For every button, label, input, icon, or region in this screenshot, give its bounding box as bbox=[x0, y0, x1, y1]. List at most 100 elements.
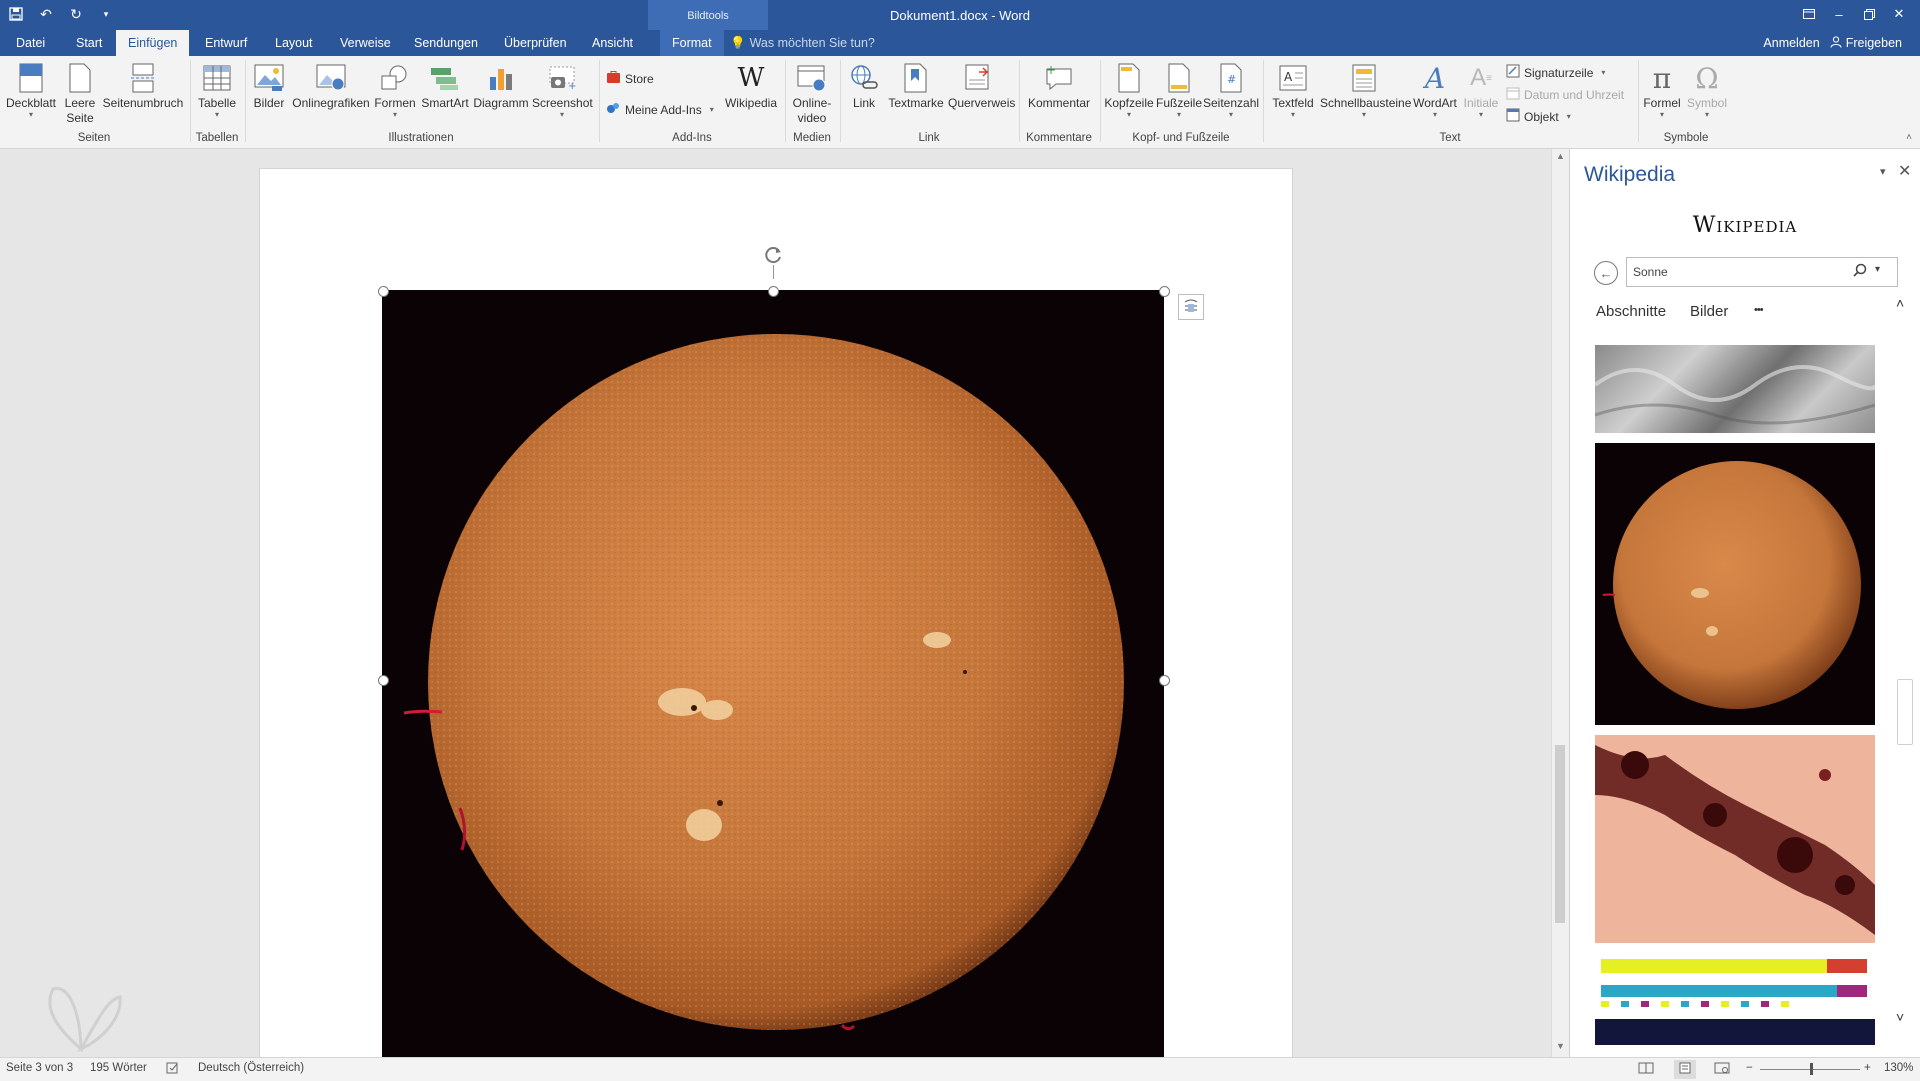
wiki-image-chart-dark[interactable] bbox=[1595, 1019, 1875, 1045]
date-time-button[interactable]: Datum und Uhrzeit bbox=[1506, 86, 1624, 103]
tab-ueberpruefen[interactable]: Überprüfen bbox=[500, 30, 571, 56]
tab-entwurf[interactable]: Entwurf bbox=[201, 30, 251, 56]
drop-cap-button[interactable]: A ≡ Initiale ▾ bbox=[1460, 56, 1502, 119]
tab-start[interactable]: Start bbox=[72, 30, 106, 56]
resize-handle-top-left[interactable] bbox=[378, 286, 389, 297]
wordart-button[interactable]: A WordArt ▾ bbox=[1410, 56, 1460, 119]
bookmark-button[interactable]: Textmarke bbox=[886, 56, 946, 111]
page-count[interactable]: Seite 3 von 3 bbox=[6, 1062, 73, 1074]
zoom-slider-thumb[interactable] bbox=[1810, 1063, 1813, 1075]
tab-format[interactable]: Format bbox=[660, 30, 724, 56]
save-icon[interactable] bbox=[6, 4, 26, 24]
signature-line-button[interactable]: Signaturzeile ▾ bbox=[1506, 64, 1605, 81]
tab-layout[interactable]: Layout bbox=[271, 30, 317, 56]
comment-label: Kommentar bbox=[1027, 96, 1091, 110]
tab-verweise[interactable]: Verweise bbox=[336, 30, 395, 56]
nav-more[interactable]: ••• bbox=[1754, 304, 1764, 316]
pane-scroll-up-icon[interactable]: ˄ bbox=[1896, 295, 1904, 311]
customize-qat-icon[interactable]: ▾ bbox=[96, 4, 116, 24]
tab-datei[interactable]: Datei bbox=[12, 30, 49, 56]
page-number-button[interactable]: # Seitenzahl ▾ bbox=[1203, 56, 1259, 119]
zoom-in-icon[interactable]: + bbox=[1864, 1062, 1871, 1074]
resize-handle-top-right[interactable] bbox=[1159, 286, 1170, 297]
print-layout-icon[interactable] bbox=[1674, 1060, 1696, 1079]
wiki-image-sun[interactable] bbox=[1595, 443, 1875, 725]
wiki-image-sunspots[interactable] bbox=[1595, 735, 1875, 943]
smartart-button[interactable]: SmartArt bbox=[419, 56, 471, 111]
undo-icon[interactable]: ↶ bbox=[36, 4, 56, 24]
wordart-icon: A bbox=[1424, 61, 1446, 95]
crossref-button[interactable]: Querverweis bbox=[948, 56, 1016, 111]
table-button[interactable]: Tabelle ▾ bbox=[194, 56, 240, 119]
shapes-button[interactable]: Formen ▾ bbox=[373, 56, 417, 119]
quick-parts-button[interactable]: Schnellbausteine ▾ bbox=[1320, 56, 1411, 119]
footer-button[interactable]: Fußzeile ▾ bbox=[1156, 56, 1202, 119]
zoom-out-icon[interactable]: − bbox=[1746, 1062, 1753, 1074]
ribbon-display-icon[interactable] bbox=[1794, 2, 1824, 26]
tab-sendungen[interactable]: Sendungen bbox=[410, 30, 482, 56]
crossref-label: Querverweis bbox=[948, 96, 1016, 110]
page-break-button[interactable]: Seitenumbruch bbox=[102, 56, 184, 111]
scroll-up-icon[interactable]: ▲ bbox=[1556, 151, 1565, 161]
store-button[interactable]: Store bbox=[606, 70, 654, 87]
redo-icon[interactable]: ↻ bbox=[66, 4, 86, 24]
online-video-button[interactable]: Online- video bbox=[788, 56, 836, 126]
textbox-button[interactable]: A Textfeld ▾ bbox=[1267, 56, 1319, 119]
chart-label: Diagramm bbox=[473, 96, 529, 110]
collapse-ribbon-icon[interactable]: ˄ bbox=[1906, 132, 1912, 143]
search-box[interactable]: ▾ bbox=[1626, 257, 1898, 287]
search-icon[interactable] bbox=[1853, 263, 1867, 280]
tell-me-box[interactable]: 💡 Was möchten Sie tun? bbox=[730, 30, 875, 56]
signin-link[interactable]: Anmelden bbox=[1763, 36, 1819, 50]
layout-options-button[interactable] bbox=[1178, 294, 1204, 320]
scroll-thumb[interactable] bbox=[1555, 745, 1565, 923]
tab-einfuegen[interactable]: Einfügen bbox=[116, 30, 190, 56]
link-button[interactable]: Link bbox=[844, 56, 884, 111]
nav-sections[interactable]: Abschnitte bbox=[1596, 303, 1666, 320]
pane-options-icon[interactable]: ▾ bbox=[1880, 165, 1886, 178]
zoom-level[interactable]: 130% bbox=[1884, 1062, 1913, 1074]
cover-page-button[interactable]: Deckblatt ▾ bbox=[4, 56, 58, 119]
symbol-button[interactable]: Ω Symbol ▾ bbox=[1684, 56, 1730, 119]
wiki-image-diagram[interactable] bbox=[1595, 951, 1875, 1013]
online-pictures-button[interactable]: Onlinegrafiken bbox=[291, 56, 371, 111]
restore-icon[interactable] bbox=[1854, 2, 1884, 26]
proofing-icon[interactable] bbox=[166, 1062, 180, 1077]
scroll-down-icon[interactable]: ▼ bbox=[1556, 1041, 1565, 1051]
chart-button[interactable]: Diagramm bbox=[472, 56, 530, 111]
pictures-button[interactable]: Bilder bbox=[249, 56, 289, 111]
blank-page-button[interactable]: Leere Seite bbox=[60, 56, 100, 126]
nav-images[interactable]: Bilder bbox=[1690, 303, 1728, 320]
share-button[interactable]: Freigeben bbox=[1830, 35, 1902, 51]
pane-scroll-down-icon[interactable]: ˅ bbox=[1896, 1009, 1904, 1025]
back-button[interactable]: ← bbox=[1594, 261, 1618, 285]
resize-handle-left[interactable] bbox=[378, 675, 389, 686]
rotate-handle-icon[interactable] bbox=[764, 245, 784, 265]
resize-handle-top[interactable] bbox=[768, 286, 779, 297]
read-mode-icon[interactable] bbox=[1638, 1062, 1654, 1077]
word-count[interactable]: 195 Wörter bbox=[90, 1062, 147, 1074]
wiki-image-granulation[interactable] bbox=[1595, 345, 1875, 433]
wikipedia-button[interactable]: W Wikipedia bbox=[722, 56, 780, 111]
chart-icon bbox=[485, 62, 517, 94]
sun-image[interactable] bbox=[382, 290, 1164, 1060]
equation-button[interactable]: π Formel ▾ bbox=[1640, 56, 1684, 119]
screenshot-button[interactable]: + Screenshot ▾ bbox=[532, 56, 593, 119]
search-dropdown-icon[interactable]: ▾ bbox=[1875, 264, 1880, 275]
search-input[interactable] bbox=[1631, 261, 1845, 283]
resize-handle-right[interactable] bbox=[1159, 675, 1170, 686]
pane-close-icon[interactable]: ✕ bbox=[1898, 161, 1911, 181]
web-layout-icon[interactable] bbox=[1714, 1062, 1730, 1077]
minimize-icon[interactable]: – bbox=[1824, 2, 1854, 26]
tab-ansicht[interactable]: Ansicht bbox=[588, 30, 637, 56]
document-scrollbar[interactable]: ▲ ▼ bbox=[1551, 149, 1569, 1057]
ribbon-einfuegen: Deckblatt ▾ Leere Seite Seitenumbruch Se… bbox=[0, 56, 1920, 149]
object-button[interactable]: Objekt ▾ bbox=[1506, 108, 1571, 125]
pane-scroll-thumb[interactable] bbox=[1897, 679, 1913, 745]
header-button[interactable]: Kopfzeile ▾ bbox=[1103, 56, 1155, 119]
my-addins-button[interactable]: Meine Add-Ins ▾ bbox=[606, 101, 714, 118]
language-indicator[interactable]: Deutsch (Österreich) bbox=[198, 1062, 304, 1074]
comment-button[interactable]: + Kommentar bbox=[1022, 56, 1096, 111]
close-icon[interactable]: ✕ bbox=[1884, 2, 1914, 26]
wikipedia-task-pane: Wikipedia ▾ ✕ Wikipedia ← ▾ Abschnitte B… bbox=[1569, 149, 1920, 1057]
